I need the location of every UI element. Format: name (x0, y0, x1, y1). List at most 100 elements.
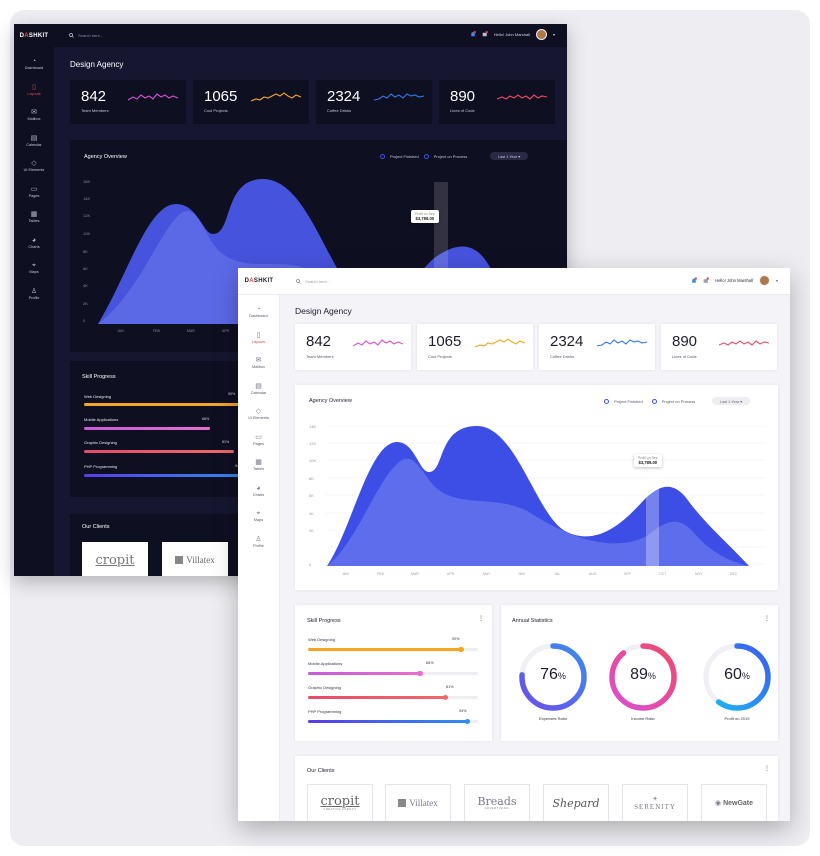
ring-label: Profit on 2019 (724, 716, 750, 721)
skill-bar (84, 427, 210, 430)
skill-bar (84, 474, 244, 477)
chart-legend: Project Finished Project on Process (380, 154, 467, 159)
serenity-mark-icon: ✦ (652, 796, 658, 803)
clients-title: Our Clients (307, 768, 335, 774)
sidebar-item-maps[interactable]: ⌖ Maps (14, 259, 54, 285)
search-input[interactable]: Search here... (78, 33, 103, 38)
client-logo[interactable]: Villatex (162, 542, 228, 576)
skill-title: Skill Progress (82, 374, 116, 380)
client-logo[interactable]: ◉ NewGate (701, 784, 767, 821)
sparkline (251, 92, 302, 102)
chevron-down-icon[interactable]: ▾ (553, 32, 555, 37)
skill-bar (308, 696, 446, 699)
skill-knob[interactable] (458, 646, 464, 652)
sidebar-item-pages[interactable]: ▭ Pages (238, 431, 279, 457)
client-logo[interactable]: Shepard (543, 784, 609, 821)
client-logo[interactable]: Breads ADVERTISING (464, 784, 530, 821)
chevron-down-icon[interactable]: ▾ (776, 278, 778, 283)
sidebar-item-calendar[interactable]: ▤ Calendar (238, 380, 279, 406)
y-tick: 8K (83, 249, 88, 254)
client-logo-sub: CREATIVE AGENCY (323, 808, 357, 811)
user-icon: ♙ (255, 535, 262, 543)
stat-value: 842 (306, 333, 332, 350)
more-options-icon[interactable]: ⋮ (764, 765, 770, 772)
sidebar-item-dashboard[interactable]: ◔ Dashboard (238, 303, 279, 329)
stat-label: Coffee Drinks (550, 354, 575, 359)
sidebar-item-pages[interactable]: ▭ Pages (14, 183, 54, 209)
sidebar-item-profile[interactable]: ♙ Profile (14, 285, 54, 311)
legend-label: Project Finished (614, 399, 643, 404)
x-tick: JUN (518, 572, 525, 576)
ring-label: Income Ratio (631, 716, 655, 721)
y-tick: 10K (309, 458, 317, 463)
chat-icon[interactable] (482, 31, 488, 38)
stat-card: 1065 Cool Projects (193, 80, 309, 124)
user-greeting[interactable]: Hello! John Marshall (715, 278, 753, 283)
x-tick: FEB (377, 572, 384, 576)
range-dropdown[interactable]: Last 1 Year ▾ (490, 152, 528, 160)
client-logo-text: Shepard (552, 796, 600, 810)
sidebar-item-mailbox[interactable]: ✉ Mailbox (14, 106, 54, 132)
y-tick: 4K (83, 283, 88, 288)
villatex-mark-icon (175, 556, 184, 564)
stat-value: 842 (81, 88, 107, 105)
sidebar-item-mailbox[interactable]: ✉ Mailbox (238, 354, 279, 380)
pages-icon: ▭ (255, 433, 262, 441)
y-tick: 8K (309, 476, 314, 481)
search-input[interactable]: Search here... (305, 279, 330, 284)
sidebar-item-layouts[interactable]: ▯ Layouts (14, 81, 54, 107)
chat-icon[interactable] (703, 276, 710, 285)
avatar[interactable] (535, 29, 547, 40)
client-logo[interactable]: ✦ SERENITY (622, 784, 688, 821)
overview-title: Agency Overview (309, 398, 352, 404)
search-box[interactable]: Search here... (296, 279, 330, 284)
skill-value: 81% (446, 685, 454, 689)
sidebar-item-dashboard[interactable]: ◔ Dashboard (14, 55, 54, 81)
sidebar-item-ui-elements[interactable]: ◇ UI Elements (14, 157, 54, 183)
stat-label: Cool Projects (204, 108, 228, 113)
user-greeting[interactable]: Hello! John Marshall (494, 32, 530, 37)
search-box[interactable]: Search here... (69, 33, 103, 38)
bell-icon[interactable] (470, 31, 476, 38)
sidebar-item-calendar[interactable]: ▤ Calendar (14, 132, 54, 158)
sidebar-item-tables[interactable]: ▦ Tables (238, 456, 279, 482)
sparkline (497, 94, 548, 100)
stat-value: 2324 (327, 88, 361, 105)
sidebar-item-maps[interactable]: ⌖ Maps (238, 507, 279, 533)
brand-logo[interactable]: DASHKIT (14, 33, 54, 39)
chart-tooltip: Profit on Sep $3,789.00 (411, 210, 439, 223)
sparkline (719, 340, 770, 346)
hover-column (646, 478, 659, 566)
stat-card: 842 Team Members (70, 80, 186, 124)
sidebar-item-tables[interactable]: ▦ Tables (14, 208, 54, 234)
client-logo[interactable]: Villatex (385, 784, 451, 821)
client-logo[interactable]: cropit CREATIVE AGENCY (307, 784, 373, 821)
legend-dot (423, 154, 429, 159)
gauge-icon: ◔ (256, 306, 261, 313)
avatar[interactable] (758, 275, 770, 286)
gauge-icon: ◔ (31, 58, 37, 65)
skill-value: 94% (459, 709, 467, 713)
chart-tooltip: Profit on Sep $3,789.00 (634, 454, 662, 467)
bell-icon[interactable] (691, 276, 698, 285)
sidebar: ◔ Dashboard ▯ Layouts ✉ Mailbox ▤ Calendar ◇… (238, 295, 280, 821)
client-logo[interactable]: cropit (82, 542, 148, 576)
more-options-icon[interactable]: ⋮ (764, 615, 770, 622)
sidebar-item-profile[interactable]: ♙ Profile (238, 533, 279, 559)
sidebar: ◔ Dashboard ▯ Layouts ✉ Mailbox ▤ Calendar ◇… (14, 47, 54, 576)
mail-icon: ✉ (255, 357, 262, 364)
calendar-icon: ▤ (30, 134, 38, 142)
more-options-icon[interactable]: ⋮ (478, 615, 484, 622)
client-logo-text: Breads (477, 795, 517, 808)
sidebar-item-layouts[interactable]: ▯ Layouts (238, 329, 279, 355)
sidebar-item-charts[interactable]: ◕ Charts (238, 482, 279, 508)
skill-bar (84, 403, 244, 406)
layouts-icon: ▯ (32, 83, 36, 91)
skill-knob[interactable] (417, 670, 423, 676)
sidebar-item-charts[interactable]: ◕ Charts (14, 234, 54, 260)
skill-value: 90% (452, 637, 460, 641)
skill-value: 90% (228, 392, 236, 396)
sidebar-item-ui-elements[interactable]: ◇ UI Elements (238, 405, 279, 431)
brand-logo[interactable]: DASHKIT (238, 278, 280, 284)
range-dropdown[interactable]: Last 1 Year ▾ (712, 397, 750, 405)
